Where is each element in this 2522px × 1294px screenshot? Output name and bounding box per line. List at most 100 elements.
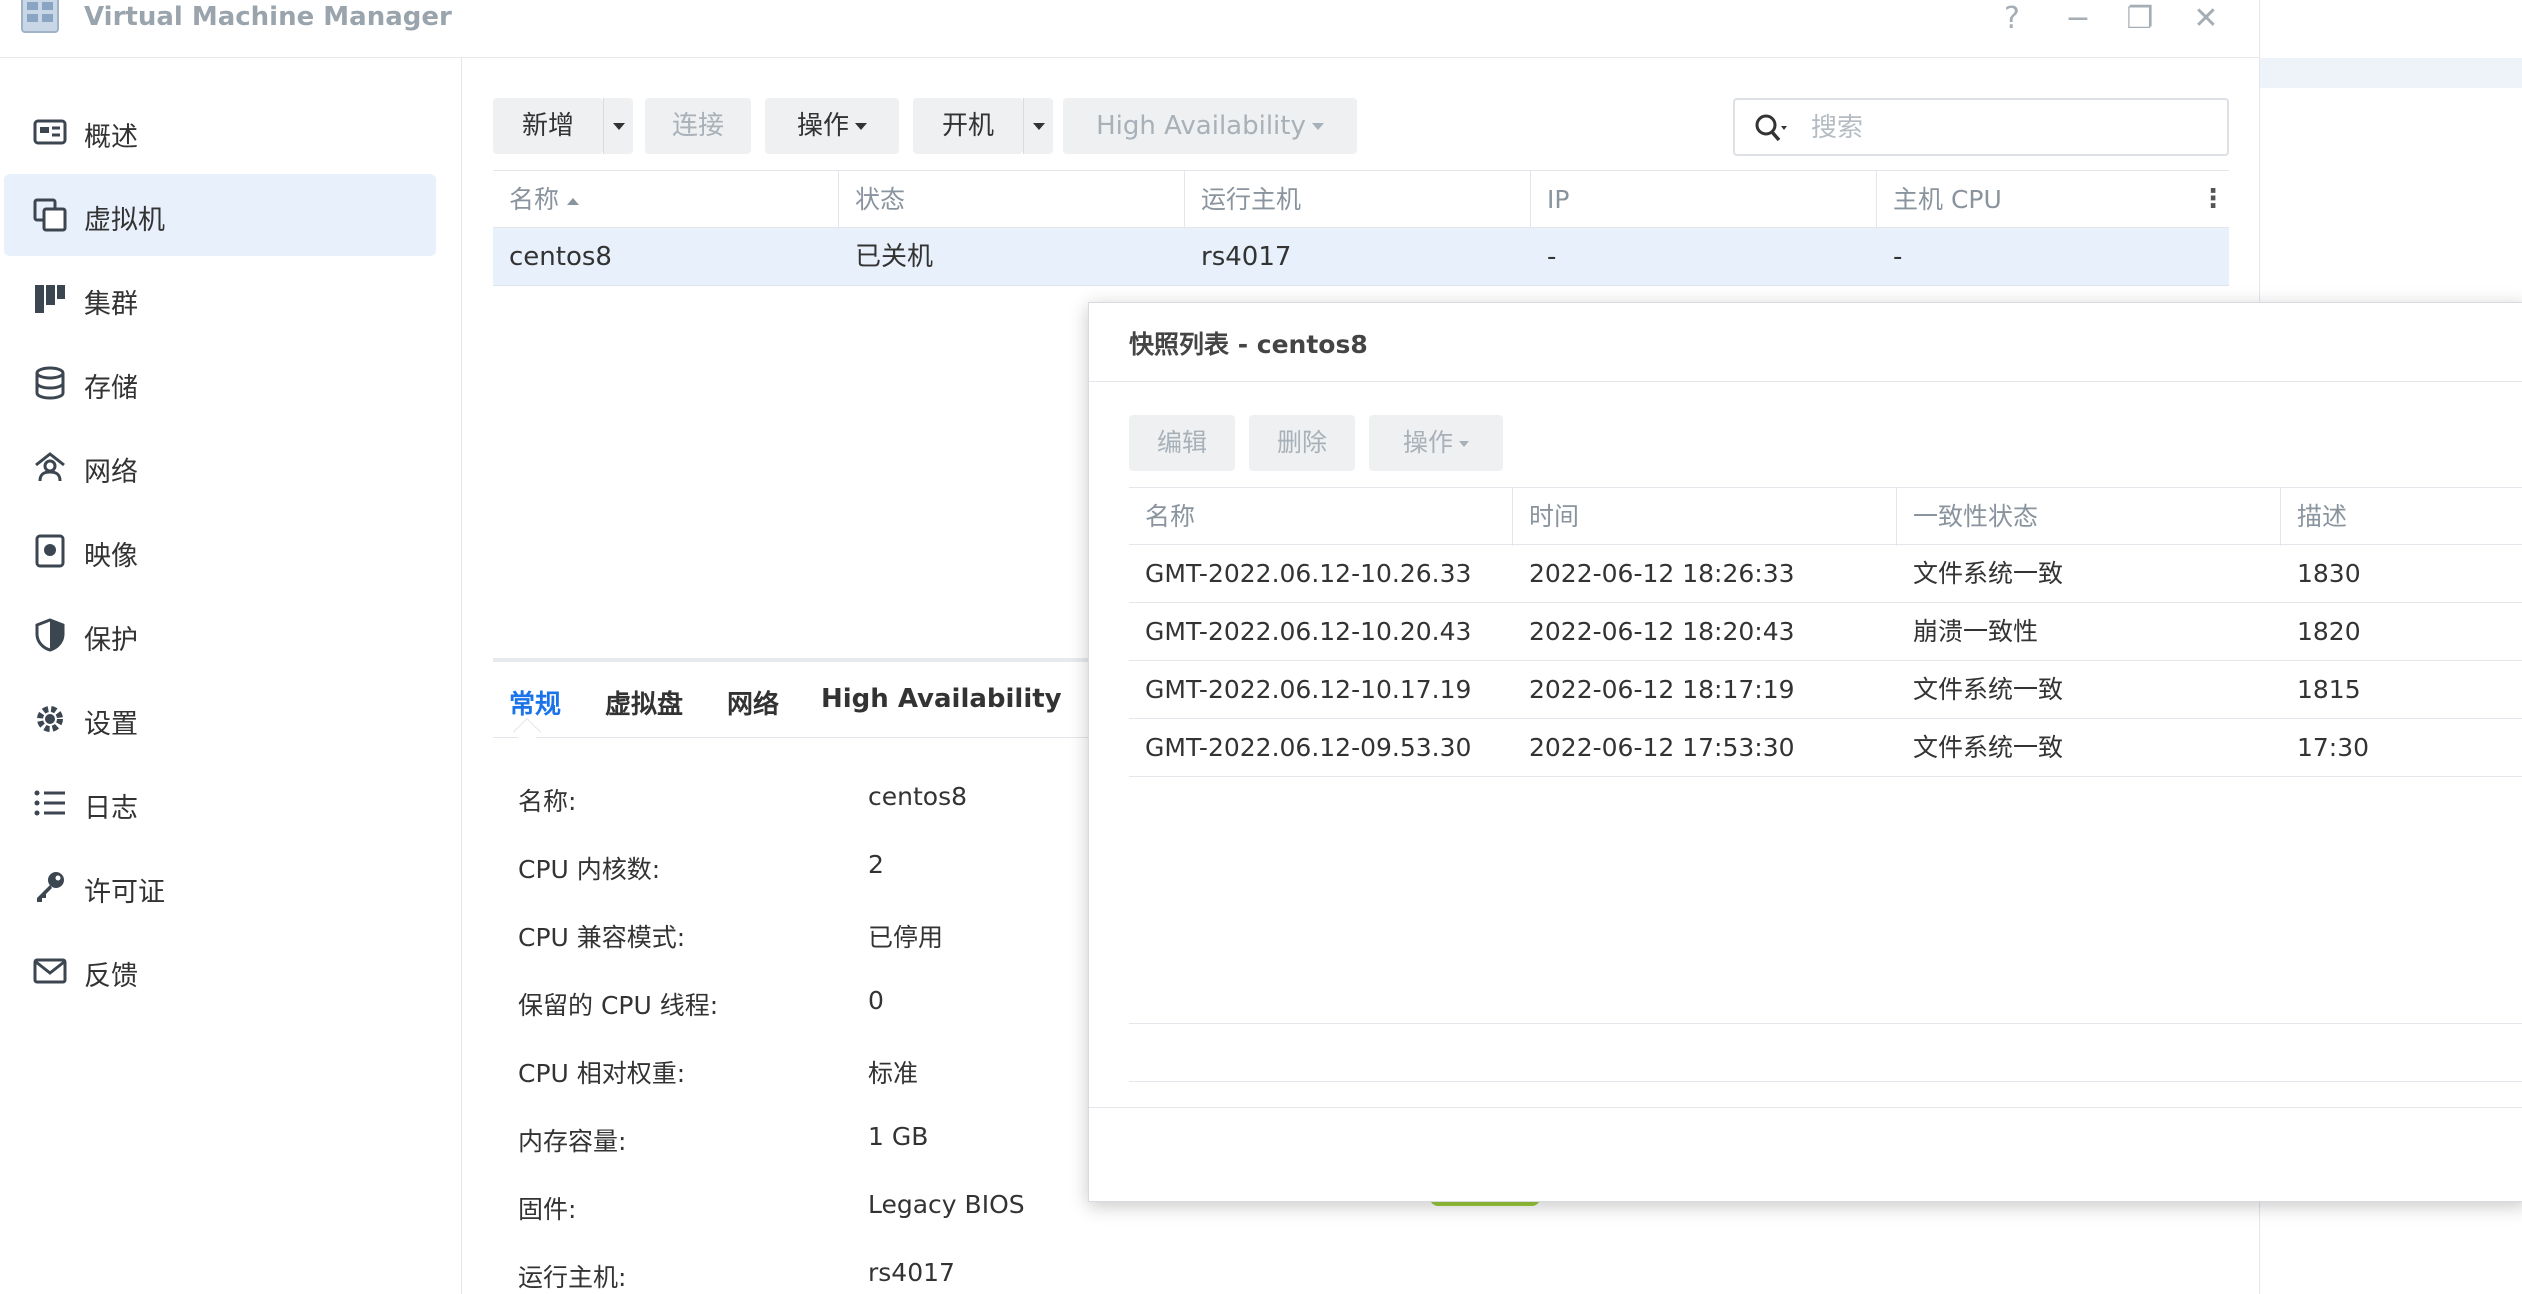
- sidebar-item-label: 网络: [84, 457, 138, 488]
- shield-icon: [35, 618, 65, 652]
- sidebar-item-log[interactable]: 日志: [4, 762, 436, 844]
- column-header-host[interactable]: 运行主机: [1185, 171, 1531, 229]
- field-label: 固件:: [518, 1195, 577, 1224]
- column-options-icon[interactable]: ⋮: [2197, 171, 2229, 229]
- maximize-icon[interactable]: ❐: [2118, 0, 2162, 40]
- edit-button[interactable]: 编辑: [1129, 415, 1235, 471]
- sidebar: 概述 虚拟机 集群 存储 网络 映像 保护 设置 日志 许可证 反馈: [0, 58, 462, 1294]
- high-availability-button-label: High Availability: [1096, 111, 1306, 141]
- network-icon: [35, 452, 65, 482]
- sidebar-item-cluster[interactable]: 集群: [4, 258, 436, 340]
- title-bar: Virtual Machine Manager ? − ❐ ✕: [0, 0, 2260, 58]
- field-label: 内存容量:: [518, 1127, 627, 1156]
- column-header-time[interactable]: 时间: [1513, 488, 1897, 546]
- snapshot-name: GMT-2022.06.12-10.26.33: [1145, 559, 1472, 588]
- field-label: CPU 相对权重:: [518, 1059, 686, 1088]
- search-input[interactable]: [1811, 110, 2211, 146]
- tab-network[interactable]: 网络: [727, 684, 779, 721]
- action-button[interactable]: 操作: [765, 98, 899, 154]
- connect-button[interactable]: 连接: [645, 98, 751, 154]
- sidebar-item-label: 设置: [84, 709, 138, 740]
- sidebar-item-overview[interactable]: 概述: [4, 91, 436, 173]
- table-row[interactable]: GMT-2022.06.12-09.53.30 2022-06-12 17:53…: [1129, 719, 2522, 777]
- snapshot-time: 2022-06-12 18:20:43: [1529, 617, 1795, 646]
- sidebar-item-label: 反馈: [84, 961, 138, 992]
- tab-general[interactable]: 常规: [509, 684, 561, 721]
- snapshot-consistency: 崩溃一致性: [1913, 617, 2039, 646]
- column-header-name[interactable]: 名称: [493, 171, 839, 229]
- sidebar-item-image[interactable]: 映像: [4, 510, 436, 592]
- snapshot-description: 1820: [2297, 617, 2361, 646]
- power-on-dropdown-button[interactable]: [1023, 98, 1053, 154]
- edit-button-label: 编辑: [1156, 428, 1207, 457]
- table-row[interactable]: GMT-2022.06.12-10.26.33 2022-06-12 18:26…: [1129, 545, 2522, 603]
- snapshot-action-button[interactable]: 操作: [1369, 415, 1503, 471]
- field-label: CPU 兼容模式:: [518, 923, 686, 952]
- column-header-host-cpu[interactable]: 主机 CPU: [1877, 171, 2197, 229]
- table-row[interactable]: GMT-2022.06.12-10.20.43 2022-06-12 18:20…: [1129, 603, 2522, 661]
- app-title: Virtual Machine Manager: [84, 2, 452, 32]
- log-list-icon: [34, 790, 65, 816]
- power-on-button[interactable]: 开机: [913, 98, 1023, 154]
- table-row[interactable]: centos8 已关机 rs4017 - -: [493, 228, 2229, 286]
- power-on-button-label: 开机: [941, 111, 994, 141]
- close-icon[interactable]: ✕: [2184, 0, 2228, 40]
- virtual-machine-icon: [33, 198, 67, 232]
- sidebar-item-label: 概述: [84, 122, 138, 153]
- gear-icon: [37, 706, 63, 732]
- sort-ascending-icon: [567, 197, 580, 205]
- search-box[interactable]: [1733, 98, 2229, 156]
- column-header-label: 运行主机: [1201, 185, 1302, 214]
- field-value: 2: [868, 850, 884, 879]
- tab-virtual-disk[interactable]: 虚拟盘: [605, 684, 683, 721]
- sidebar-item-label: 日志: [84, 793, 138, 824]
- dialog-title: 快照列表 - centos8: [1129, 330, 1368, 359]
- create-button[interactable]: 新增: [493, 98, 603, 154]
- table-row[interactable]: GMT-2022.06.12-10.17.19 2022-06-12 18:17…: [1129, 661, 2522, 719]
- column-header-consistency[interactable]: 一致性状态: [1897, 488, 2281, 546]
- column-header-label: IP: [1547, 185, 1570, 214]
- snapshot-consistency: 文件系统一致: [1913, 559, 2064, 588]
- divider: [1089, 381, 2522, 382]
- sidebar-item-network[interactable]: 网络: [4, 426, 436, 508]
- sidebar-item-storage[interactable]: 存储: [4, 342, 436, 424]
- snapshot-time: 2022-06-12 18:26:33: [1529, 559, 1795, 588]
- column-header-label: 状态: [855, 185, 906, 214]
- field-label: 保留的 CPU 线程:: [518, 991, 719, 1020]
- column-header-ip[interactable]: IP: [1531, 171, 1877, 229]
- sidebar-item-label: 存储: [84, 373, 138, 404]
- column-header-name[interactable]: 名称: [1129, 488, 1513, 546]
- delete-button[interactable]: 删除: [1249, 415, 1355, 471]
- tab-high-availability[interactable]: High Availability: [821, 684, 1062, 714]
- high-availability-button[interactable]: High Availability: [1063, 98, 1357, 154]
- sidebar-item-label: 许可证: [84, 877, 165, 908]
- divider: [1129, 1081, 2522, 1082]
- vm-name: centos8: [509, 242, 612, 272]
- field-value: 0: [868, 986, 884, 1015]
- caret-down-icon: [1311, 123, 1324, 130]
- sidebar-item-protection[interactable]: 保护: [4, 594, 436, 676]
- vm-host-cpu: -: [1893, 242, 1903, 272]
- field-label: CPU 内核数:: [518, 855, 661, 884]
- snapshot-list-dialog: 快照列表 - centos8 编辑 删除 操作 名称 时间 一致性状态 描述 G…: [1088, 302, 2522, 1202]
- minimize-icon[interactable]: −: [2056, 0, 2100, 40]
- snapshot-name: GMT-2022.06.12-09.53.30: [1145, 733, 1472, 762]
- help-icon[interactable]: ?: [1990, 0, 2034, 40]
- field-value: rs4017: [868, 1258, 955, 1287]
- background-window-strip: [2260, 58, 2522, 88]
- caret-down-icon: [1033, 123, 1045, 130]
- storage-icon: [35, 366, 65, 400]
- vm-ip: -: [1547, 242, 1557, 272]
- sidebar-item-settings[interactable]: 设置: [4, 678, 436, 760]
- column-header-status[interactable]: 状态: [839, 171, 1185, 229]
- create-dropdown-button[interactable]: [603, 98, 633, 154]
- caret-down-icon: [613, 123, 625, 130]
- sidebar-item-virtual-machine[interactable]: 虚拟机: [4, 174, 436, 256]
- sidebar-item-license[interactable]: 许可证: [4, 846, 436, 928]
- action-button-label: 操作: [796, 111, 849, 141]
- snapshot-description: 1830: [2297, 559, 2361, 588]
- vm-host: rs4017: [1201, 242, 1292, 272]
- snapshot-time: 2022-06-12 18:17:19: [1529, 675, 1795, 704]
- column-header-description[interactable]: 描述: [2281, 488, 2522, 546]
- sidebar-item-feedback[interactable]: 反馈: [4, 930, 436, 1012]
